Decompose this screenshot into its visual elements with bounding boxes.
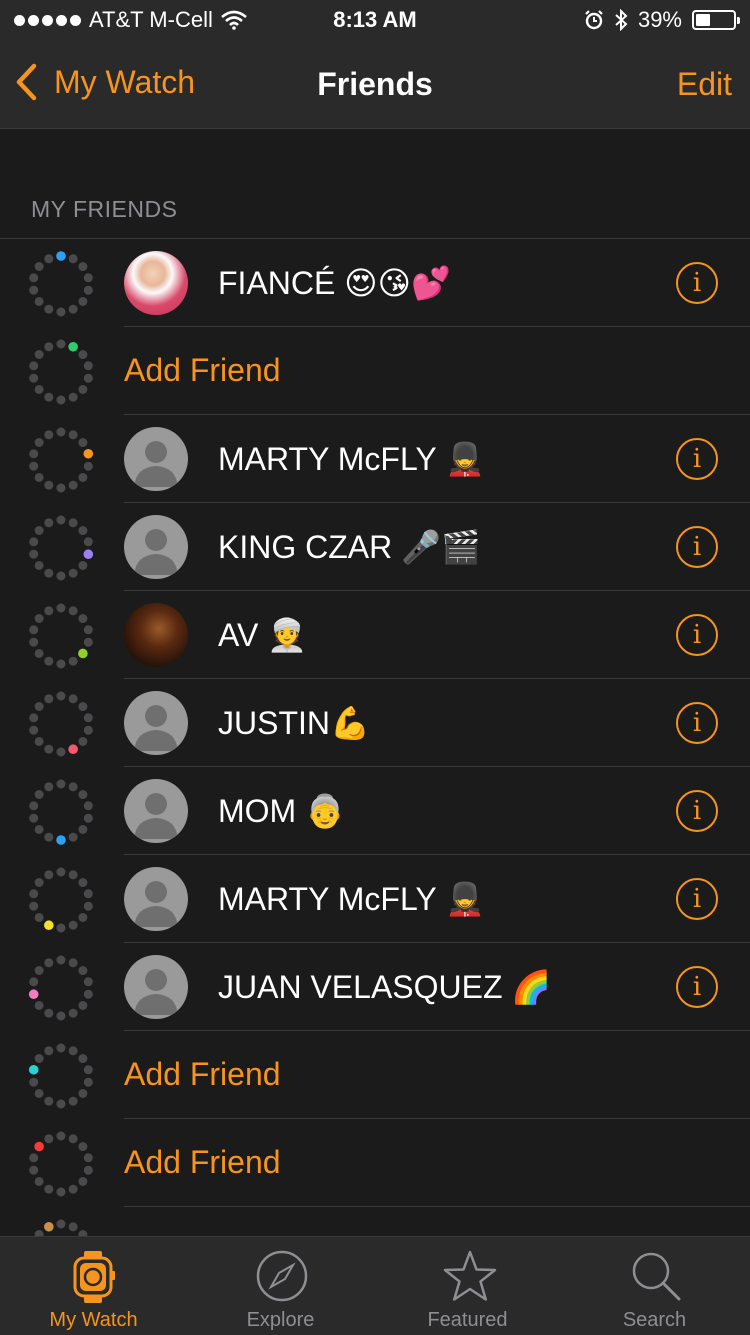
info-icon[interactable]: i [676, 438, 718, 480]
add-friend-label: Add Friend [124, 1144, 281, 1180]
search-icon [632, 1252, 681, 1301]
info-icon[interactable]: i [676, 614, 718, 656]
battery-icon [692, 10, 740, 30]
info-icon[interactable]: i [676, 966, 718, 1008]
friends-list: FIANCÉ 😍😘💕 i Add Friend MARTY McFLY 💂 i KING … [0, 238, 750, 1285]
tab-label: Explore [246, 1309, 315, 1331]
friend-row[interactable]: MARTY McFLY 💂 i [0, 855, 750, 943]
info-icon[interactable]: i [676, 702, 718, 744]
friend-row[interactable]: KING CZAR 🎤🎬 i [0, 503, 750, 591]
friend-name: FIANCÉ 😍😘💕 [218, 265, 451, 301]
bluetooth-icon [615, 9, 628, 31]
alarm-icon [585, 10, 603, 30]
status-right: 39% [584, 7, 740, 33]
friend-name: AV 👳 [218, 617, 308, 653]
info-icon[interactable]: i [676, 878, 718, 920]
activity-ring-icon [29, 1131, 93, 1197]
star-icon [443, 1250, 497, 1301]
activity-ring-icon [29, 691, 93, 757]
info-icon[interactable]: i [676, 790, 718, 832]
activity-ring-icon [29, 779, 93, 845]
activity-ring-icon [29, 251, 93, 317]
tab-bar: My Watch Explore Featured Search [0, 1236, 750, 1335]
tab-label: Featured [427, 1309, 508, 1331]
activity-ring-icon [29, 515, 94, 581]
tab-label: Search [622, 1309, 687, 1331]
friend-name: MARTY McFLY 💂 [218, 881, 485, 917]
avatar [124, 867, 188, 931]
section-header: MY FRIENDS [31, 196, 178, 222]
friend-name: MARTY McFLY 💂 [218, 441, 485, 477]
page-title: Friends [317, 66, 433, 102]
activity-ring-icon [29, 603, 93, 669]
activity-ring-icon [28, 955, 93, 1021]
avatar [124, 691, 188, 755]
activity-ring-icon [29, 867, 93, 933]
edit-button[interactable]: Edit [677, 66, 732, 103]
avatar [124, 427, 188, 491]
compass-icon [256, 1250, 308, 1302]
friend-name: MOM 👵 [218, 793, 345, 829]
watch-icon [73, 1251, 115, 1303]
add-friend-row[interactable]: Add Friend [0, 327, 750, 415]
friend-row[interactable]: MARTY McFLY 💂 i [0, 415, 750, 503]
add-friend-row[interactable]: Add Friend [0, 1031, 750, 1119]
friend-name: KING CZAR 🎤🎬 [218, 529, 481, 565]
friend-row[interactable]: JUSTIN💪 i [0, 679, 750, 767]
navigation-bar: My Watch Friends Edit [0, 40, 750, 129]
avatar [124, 515, 188, 579]
friend-row[interactable]: JUAN VELASQUEZ 🌈 i [0, 943, 750, 1031]
tab-featured[interactable]: Featured [374, 1237, 561, 1335]
avatar [124, 955, 188, 1019]
tab-label: My Watch [49, 1309, 138, 1331]
info-icon[interactable]: i [676, 526, 718, 568]
add-friend-label: Add Friend [124, 1056, 281, 1092]
friend-row[interactable]: AV 👳 i [0, 591, 750, 679]
add-friend-row[interactable]: Add Friend [0, 1119, 750, 1207]
tab-my-watch[interactable]: My Watch [0, 1237, 187, 1335]
activity-ring-icon [29, 339, 93, 405]
avatar [124, 603, 188, 667]
friend-name: JUAN VELASQUEZ 🌈 [218, 969, 552, 1005]
friend-name: JUSTIN💪 [218, 705, 370, 741]
avatar [124, 251, 188, 315]
friend-row[interactable] [0, 1207, 750, 1285]
info-icon[interactable]: i [676, 262, 718, 304]
status-bar: AT&T M-Cell 8:13 AM 39% [0, 0, 750, 40]
add-friend-label: Add Friend [124, 352, 281, 388]
friend-row[interactable]: MOM 👵 i [0, 767, 750, 855]
tab-explore[interactable]: Explore [187, 1237, 374, 1335]
avatar [124, 779, 188, 843]
battery-percent: 39% [637, 7, 682, 32]
activity-ring-icon [29, 427, 94, 493]
tab-search[interactable]: Search [561, 1237, 748, 1335]
friend-row[interactable]: FIANCÉ 😍😘💕 i [0, 239, 750, 327]
activity-ring-icon [28, 1043, 93, 1109]
